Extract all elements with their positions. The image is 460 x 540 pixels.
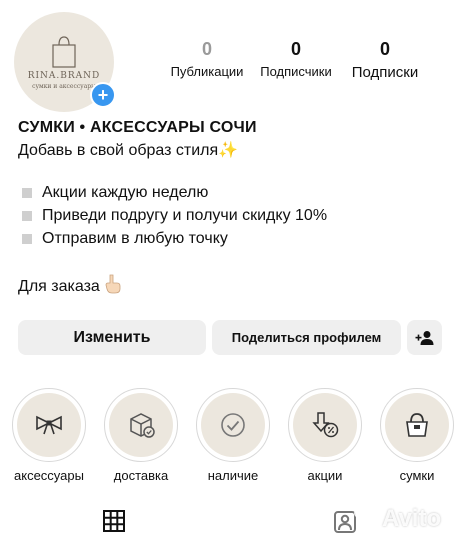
handbag-icon [406, 413, 428, 437]
avito-watermark: Avito [352, 505, 441, 533]
stat-following-label: Подписки [351, 64, 419, 81]
highlight-cover [17, 393, 81, 457]
bow-icon [36, 415, 62, 435]
bio-point: Акции каждую неделю [18, 181, 450, 204]
bio-point: Приведи подругу и получи скидку 10% [18, 204, 450, 227]
highlight-in-stock[interactable]: наличие [188, 388, 278, 483]
check-circle-icon [221, 413, 245, 437]
share-profile-button[interactable]: Поделиться профилем [212, 320, 401, 355]
stat-followers-label: Подписчики [260, 64, 332, 79]
discount-icon [312, 412, 339, 438]
stat-posts-label: Публикации [170, 64, 244, 79]
grid-icon [103, 510, 125, 532]
stat-posts-count: 0 [201, 39, 212, 59]
highlight-accessories[interactable]: аксессуары [4, 388, 94, 483]
bio-point-text: Приведи подругу и получи скидку 10% [42, 207, 328, 224]
square-bullet-icon [22, 187, 32, 198]
highlight-delivery[interactable]: доставка [96, 388, 186, 483]
highlight-ring [288, 388, 362, 462]
stat-followers[interactable]: 0 Подписчики [254, 38, 338, 79]
highlight-bags[interactable]: сумки [372, 388, 460, 483]
bio-order: Для заказа [18, 274, 450, 299]
pointing-down-hand-icon [104, 274, 122, 299]
highlight-ring [104, 388, 178, 462]
square-bullet-icon [22, 210, 32, 221]
shopping-bag-icon [52, 35, 76, 68]
box-icon [130, 413, 155, 438]
highlight-cover [201, 393, 265, 457]
highlight-label: наличие [207, 468, 259, 483]
highlight-cover [385, 393, 449, 457]
bio-point: Отправим в любую точку [18, 227, 450, 250]
square-bullet-icon [22, 233, 32, 244]
edit-profile-button[interactable]: Изменить [18, 320, 206, 355]
bio-point-text: Акции каждую неделю [42, 184, 209, 201]
stat-following[interactable]: 0 Подписки [342, 38, 428, 81]
profile-avatar[interactable]: RINA.BRAND сумки и аксессуары + [14, 12, 116, 112]
highlight-label: аксессуары [14, 468, 84, 483]
discover-people-button[interactable] [407, 320, 442, 355]
avatar-brand-sub: сумки и аксессуары [32, 82, 96, 90]
highlight-label: доставка [113, 468, 169, 483]
highlight-label: сумки [399, 468, 435, 483]
profile-bio: СУМКИ • АКСЕССУАРЫ СОЧИ Добавь в свой об… [18, 118, 450, 299]
highlight-cover [293, 393, 357, 457]
stat-following-count: 0 [379, 39, 390, 59]
bio-order-text: Для заказа [18, 277, 100, 295]
bio-points: Акции каждую неделю Приведи подругу и по… [18, 181, 450, 250]
add-story-icon[interactable]: + [90, 82, 116, 108]
avito-logo-icon [354, 508, 375, 530]
tab-posts-grid[interactable] [103, 510, 125, 537]
highlight-cover [109, 393, 173, 457]
stat-followers-count: 0 [290, 39, 301, 59]
highlight-promotions[interactable]: акции [280, 388, 370, 483]
highlight-ring [380, 388, 454, 462]
avatar-brand-name: RINA.BRAND [27, 70, 101, 81]
avito-watermark-text: Avito [382, 505, 442, 532]
bio-title: СУМКИ • АКСЕССУАРЫ СОЧИ [18, 119, 257, 136]
highlight-ring [196, 388, 270, 462]
add-user-icon [415, 330, 433, 345]
highlight-ring [12, 388, 86, 462]
bio-tagline: Добавь в свой образ стиля✨ [18, 142, 239, 159]
highlight-label: акции [307, 468, 343, 483]
stat-posts[interactable]: 0 Публикации [166, 38, 248, 79]
bio-point-text: Отправим в любую точку [42, 230, 228, 247]
